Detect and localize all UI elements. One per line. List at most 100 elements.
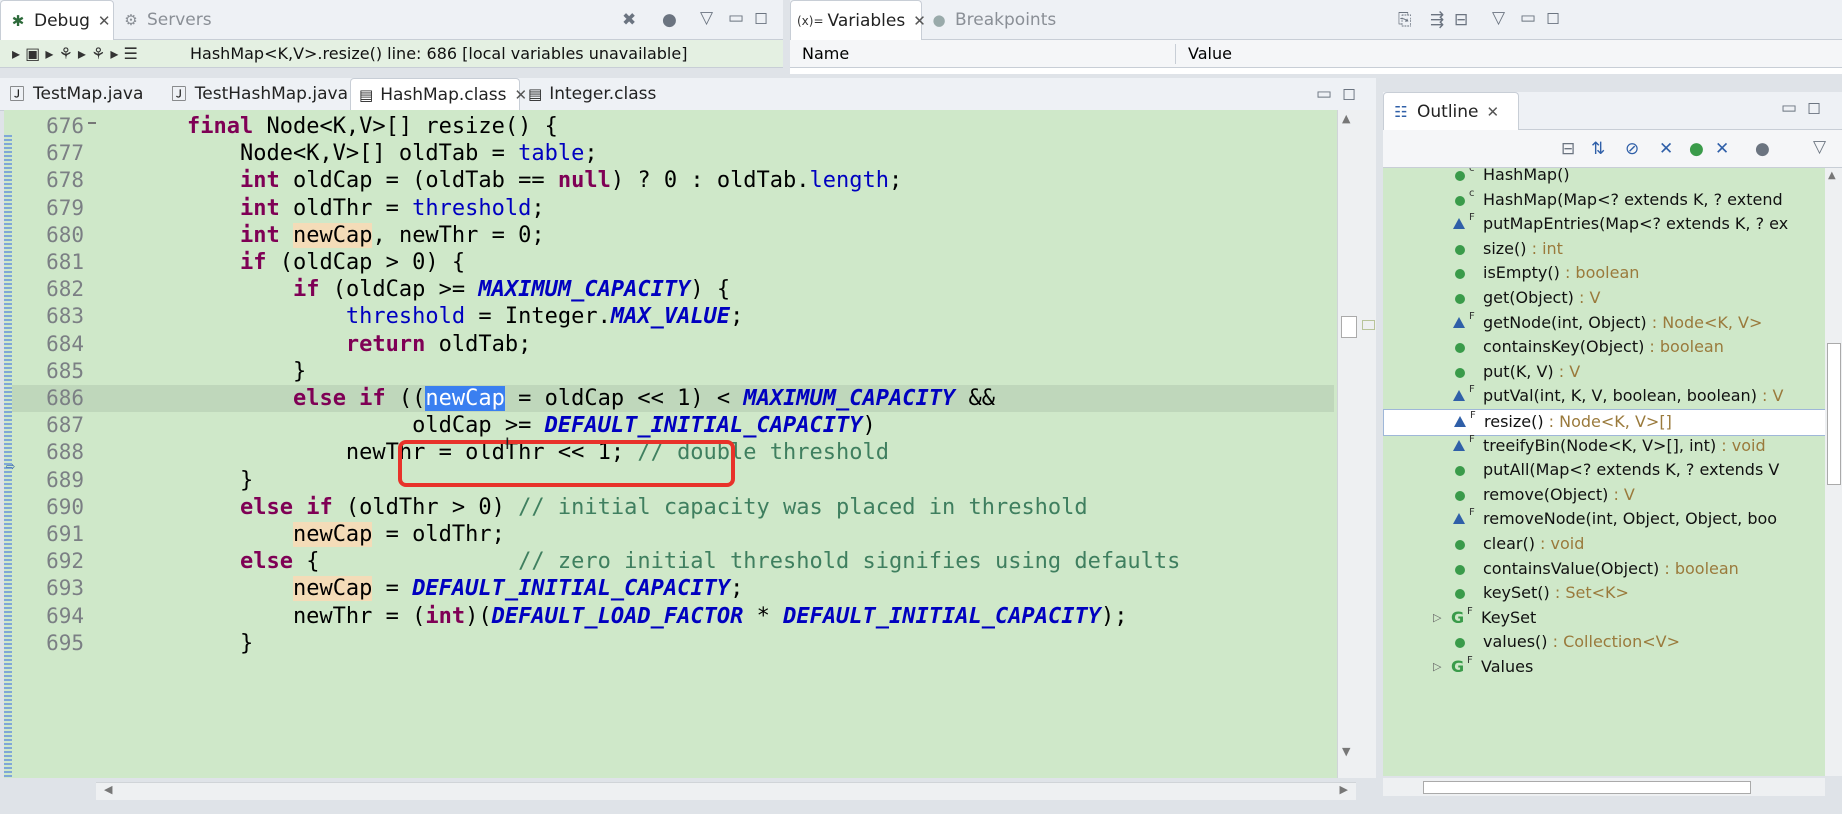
maximize-icon[interactable]: ◻ bbox=[754, 8, 768, 28]
close-icon[interactable]: ✕ bbox=[1487, 103, 1500, 121]
outline-item[interactable]: FremoveNode(int, Object, Object, boo bbox=[1383, 507, 1825, 532]
scroll-thumb[interactable] bbox=[1827, 343, 1841, 485]
scroll-up-icon[interactable]: ▲ bbox=[1828, 170, 1836, 181]
tab-outline[interactable]: ☷ Outline ✕ bbox=[1383, 92, 1519, 130]
code-line[interactable]: 681 if (oldCap > 0) { bbox=[4, 249, 1334, 276]
tab-debug[interactable]: ✱ Debug ✕ bbox=[0, 0, 114, 40]
code-text[interactable]: } bbox=[134, 467, 253, 494]
tab-breakpoints[interactable]: ● Breakpoints bbox=[922, 0, 1072, 39]
code-line[interactable]: 683 threshold = Integer.MAX_VALUE; bbox=[4, 303, 1334, 330]
scroll-down-icon[interactable]: ▼ bbox=[1342, 745, 1350, 758]
code-text[interactable]: } bbox=[134, 630, 253, 657]
code-line[interactable]: 695 } bbox=[4, 630, 1334, 657]
view-menu-icon[interactable]: ▽ bbox=[1813, 137, 1826, 157]
outline-item[interactable]: c HashMap() bbox=[1383, 168, 1825, 188]
hide-static-icon[interactable]: ✕ bbox=[1659, 139, 1673, 159]
outline-item[interactable]: keySet() : Set<K> bbox=[1383, 581, 1825, 606]
editor-hscrollbar[interactable]: ◀ ▶ bbox=[96, 782, 1356, 800]
code-text[interactable]: return oldTab; bbox=[134, 331, 531, 358]
maximize-icon[interactable]: ◻ bbox=[1807, 98, 1821, 118]
view-menu-icon[interactable]: ▽ bbox=[1492, 8, 1505, 28]
show-type-names-icon[interactable]: ⎘ bbox=[1398, 10, 1412, 30]
outline-item[interactable]: ▷ G F Values bbox=[1383, 655, 1825, 680]
editor-vscrollbar[interactable]: ▲ ▼ bbox=[1337, 110, 1358, 778]
outline-item[interactable]: FputVal(int, K, V, boolean, boolean) : V bbox=[1383, 384, 1825, 409]
collapse-all-icon[interactable]: ⊟ bbox=[1454, 10, 1468, 30]
code-text[interactable]: newCap = DEFAULT_INITIAL_CAPACITY; bbox=[134, 575, 743, 602]
hide-nonpublic-icon[interactable]: ● bbox=[1689, 139, 1704, 159]
outline-tree[interactable]: c HashMap() c HashMap(Map<? extends K, ? ex… bbox=[1383, 168, 1825, 776]
outline-item[interactable]: containsKey(Object) : boolean bbox=[1383, 335, 1825, 360]
code-text[interactable]: final Node<K,V>[] resize() { bbox=[134, 113, 558, 140]
tab-testhashmap[interactable]: 🄹 TestHashMap.java bbox=[162, 78, 348, 110]
code-line[interactable]: 694 newThr = (int)(DEFAULT_LOAD_FACTOR *… bbox=[4, 603, 1334, 630]
code-line[interactable]: 682 if (oldCap >= MAXIMUM_CAPACITY) { bbox=[4, 276, 1334, 303]
outline-item[interactable]: put(K, V) : V bbox=[1383, 360, 1825, 385]
outline-item[interactable]: isEmpty() : boolean bbox=[1383, 261, 1825, 286]
code-line[interactable]: 686 else if ((newCap = oldCap << 1) < MA… bbox=[4, 385, 1334, 412]
expand-icon[interactable]: ▷ bbox=[1433, 655, 1441, 680]
code-text[interactable]: else { // zero initial threshold signifi… bbox=[134, 548, 1180, 575]
outline-item[interactable]: values() : Collection<V> bbox=[1383, 630, 1825, 655]
minimize-icon[interactable]: ▭ bbox=[1781, 98, 1797, 118]
scroll-thumb[interactable] bbox=[1341, 316, 1357, 338]
collapse-all-icon[interactable]: ⊟ bbox=[1561, 139, 1575, 159]
sort-icon[interactable]: ⇅ bbox=[1591, 139, 1605, 159]
scroll-left-icon[interactable]: ◀ bbox=[104, 783, 112, 796]
code-line[interactable]: 693 newCap = DEFAULT_INITIAL_CAPACITY; bbox=[4, 575, 1334, 602]
tab-testmap[interactable]: 🄹 TestMap.java bbox=[0, 78, 160, 110]
debug-stack-row[interactable]: ▸ ▣ ▸ ⚘ ▸ ⚘ ▸ ☰ HashMap<K,V>.resize() li… bbox=[0, 40, 783, 68]
scroll-right-icon[interactable]: ▶ bbox=[1340, 783, 1348, 796]
code-line[interactable]: 679 int oldThr = threshold; bbox=[4, 195, 1334, 222]
code-line[interactable]: 678 int oldCap = (oldTab == null) ? 0 : … bbox=[4, 167, 1334, 194]
hide-fields-icon[interactable]: ⊘ bbox=[1625, 139, 1639, 159]
outline-hscrollbar[interactable] bbox=[1383, 778, 1825, 796]
minimize-icon[interactable]: ▭ bbox=[1316, 84, 1332, 104]
code-line[interactable]: 691 newCap = oldThr; bbox=[4, 521, 1334, 548]
code-line[interactable]: 692 else { // zero initial threshold sig… bbox=[4, 548, 1334, 575]
code-text[interactable]: newThr = (int)(DEFAULT_LOAD_FACTOR * DEF… bbox=[134, 603, 1128, 630]
minimize-icon[interactable]: ▭ bbox=[1520, 8, 1536, 28]
outline-item[interactable]: clear() : void bbox=[1383, 532, 1825, 557]
scroll-thumb[interactable] bbox=[1423, 781, 1751, 794]
code-line[interactable]: 676 final Node<K,V>[] resize() { bbox=[4, 113, 1334, 140]
outline-item[interactable]: Fresize() : Node<K, V>[] bbox=[1383, 409, 1825, 436]
outline-item[interactable]: containsValue(Object) : boolean bbox=[1383, 557, 1825, 582]
code-text[interactable]: int newCap, newThr = 0; bbox=[134, 222, 545, 249]
outline-item[interactable]: FgetNode(int, Object) : Node<K, V> bbox=[1383, 311, 1825, 336]
maximize-icon[interactable]: ◻ bbox=[1546, 8, 1560, 28]
code-text[interactable]: else if (oldThr > 0) // initial capacity… bbox=[134, 494, 1088, 521]
outline-item[interactable]: remove(Object) : V bbox=[1383, 483, 1825, 508]
code-text[interactable]: Node<K,V>[] oldTab = table; bbox=[134, 140, 598, 167]
code-text[interactable]: newCap = oldThr; bbox=[134, 521, 505, 548]
threads-icon[interactable]: ● bbox=[662, 10, 677, 30]
expand-icon[interactable]: ▷ bbox=[1433, 606, 1441, 631]
maximize-icon[interactable]: ◻ bbox=[1342, 84, 1356, 104]
overview-ruler[interactable] bbox=[1358, 110, 1376, 778]
code-line[interactable]: 687 oldCap >= DEFAULT_INITIAL_CAPACITY) bbox=[4, 412, 1334, 439]
tab-servers[interactable]: ⚙ Servers bbox=[114, 0, 224, 39]
column-name[interactable]: Name bbox=[802, 40, 849, 68]
overview-mark[interactable] bbox=[1362, 320, 1375, 330]
fold-collapse-icon[interactable] bbox=[88, 122, 96, 124]
scroll-up-icon[interactable]: ▲ bbox=[1342, 112, 1350, 125]
outline-item[interactable]: FputMapEntries(Map<? extends K, ? ex bbox=[1383, 212, 1825, 237]
code-text[interactable]: if (oldCap >= MAXIMUM_CAPACITY) { bbox=[134, 276, 730, 303]
tab-variables[interactable]: (x)= Variables ✕ bbox=[790, 0, 926, 40]
code-line[interactable]: 684 return oldTab; bbox=[4, 331, 1334, 358]
outline-item[interactable]: c HashMap(Map<? extends K, ? extend bbox=[1383, 188, 1825, 213]
outline-item[interactable]: size() : int bbox=[1383, 237, 1825, 262]
column-divider[interactable] bbox=[1175, 44, 1176, 64]
close-icon[interactable]: ✕ bbox=[98, 12, 111, 30]
code-text[interactable]: if (oldCap > 0) { bbox=[134, 249, 465, 276]
code-text[interactable]: } bbox=[134, 358, 306, 385]
view-menu-icon[interactable]: ▽ bbox=[700, 8, 713, 28]
tab-integer-class[interactable]: ▤ Integer.class bbox=[520, 78, 656, 110]
outline-item[interactable]: ▷ G F KeySet bbox=[1383, 606, 1825, 631]
breakpoint-ruler[interactable] bbox=[4, 135, 12, 778]
outline-item[interactable]: putAll(Map<? extends K, ? extends V bbox=[1383, 458, 1825, 483]
code-line[interactable]: 677 Node<K,V>[] oldTab = table; bbox=[4, 140, 1334, 167]
code-text[interactable]: else if ((newCap = oldCap << 1) < MAXIMU… bbox=[134, 385, 995, 412]
outline-item[interactable]: get(Object) : V bbox=[1383, 286, 1825, 311]
link-icon[interactable]: ● bbox=[1755, 139, 1770, 159]
